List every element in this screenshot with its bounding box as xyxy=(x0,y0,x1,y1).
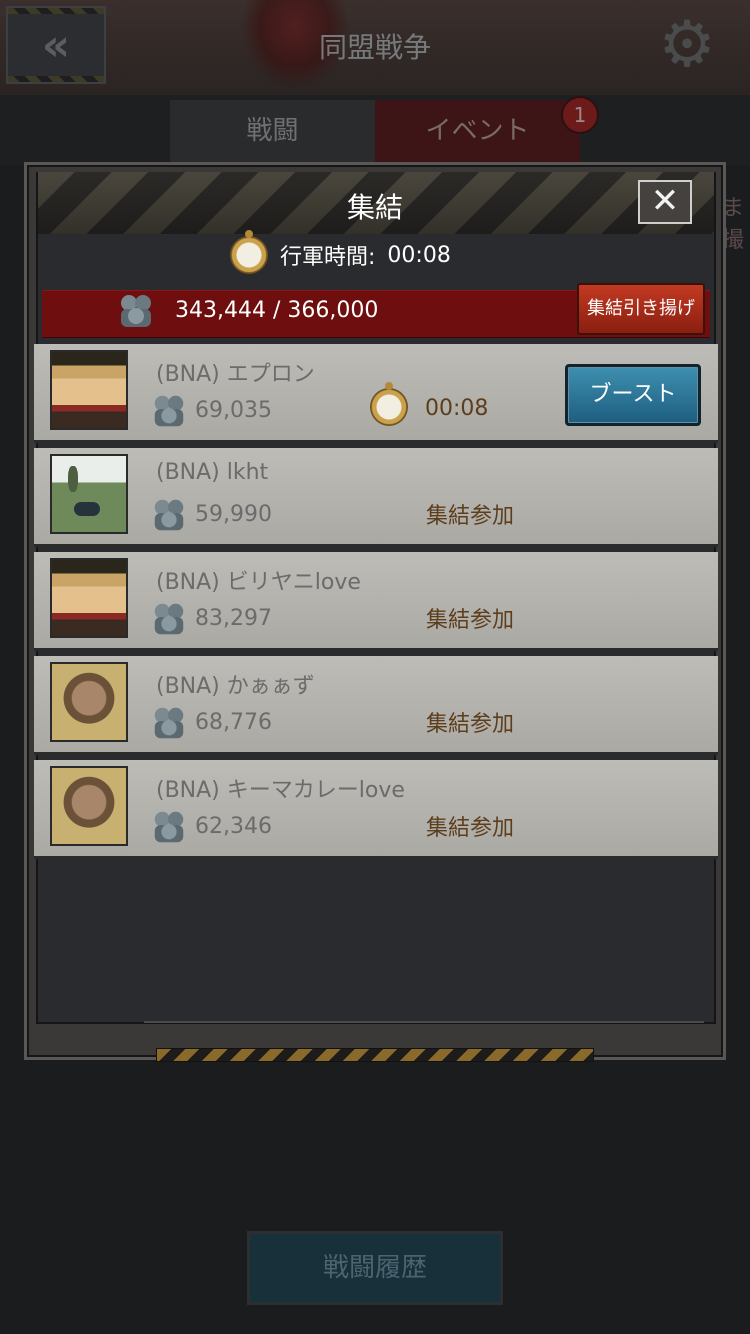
troop-count: 343,444 / 366,000 xyxy=(175,298,379,323)
hazard-stripe xyxy=(8,8,104,14)
member-troops: 68,776 xyxy=(195,710,272,735)
member-troops: 62,346 xyxy=(195,814,272,839)
list-bottom-divider xyxy=(144,1021,704,1023)
troops-icon xyxy=(154,499,184,531)
member-name: (BNA) lkht xyxy=(156,460,269,485)
member-status: 集結参加 xyxy=(426,504,515,529)
member-name: (BNA) ビリヤニlove xyxy=(156,570,361,595)
woman-avatar xyxy=(50,558,128,638)
member-name: (BNA) エプロン xyxy=(156,362,315,387)
stopwatch-icon xyxy=(370,382,408,426)
member-name: (BNA) かぁぁず xyxy=(156,674,315,699)
battle-history-button[interactable]: 戦闘履歴 xyxy=(247,1231,503,1305)
member-status: 集結参加 xyxy=(426,816,515,841)
member-time: 00:08 xyxy=(425,396,489,421)
member-troops: 83,297 xyxy=(195,606,272,631)
tab-event[interactable]: イベント xyxy=(375,100,580,162)
close-button[interactable]: ✕ xyxy=(638,180,692,224)
field-avatar xyxy=(50,454,128,534)
boost-button[interactable]: ブースト xyxy=(565,364,701,426)
list-item: (BNA) キーマカレーlove 62,346 集結参加 xyxy=(34,760,718,859)
member-status: 集結参加 xyxy=(426,712,515,737)
woman-avatar xyxy=(50,350,128,430)
page-title: 同盟戦争 xyxy=(318,31,431,64)
animal-shape xyxy=(74,502,100,516)
member-name: (BNA) キーマカレーlove xyxy=(156,778,405,803)
recall-rally-button[interactable]: 集結引き揚げ xyxy=(577,283,705,335)
member-troops: 59,990 xyxy=(195,502,272,527)
troops-icon xyxy=(154,395,184,427)
march-time-label: 行軍時間: xyxy=(280,245,376,270)
tab-battle[interactable]: 戦闘 xyxy=(170,100,375,162)
march-time-row: 行軍時間: 00:08 xyxy=(230,230,451,278)
tree-shape xyxy=(68,466,78,492)
gear-icon[interactable]: ⚙ xyxy=(652,10,722,80)
list-item: (BNA) ビリヤニlove 83,297 集結参加 xyxy=(34,552,718,651)
stopwatch-icon xyxy=(230,230,268,274)
troops-icon xyxy=(154,707,184,739)
hazard-stripe xyxy=(156,1048,594,1062)
march-time-value: 00:08 xyxy=(387,242,451,268)
list-item: (BNA) エプロン 69,035 00:08 ブースト xyxy=(34,344,718,443)
man-avatar xyxy=(50,766,128,846)
member-status: 集結参加 xyxy=(426,608,515,633)
man-avatar xyxy=(50,662,128,742)
troops-icon xyxy=(154,811,184,843)
member-troops: 69,035 xyxy=(195,398,272,423)
list-item: (BNA) lkht 59,990 集結参加 xyxy=(34,448,718,547)
hazard-stripe xyxy=(8,76,104,82)
notification-badge: 1 xyxy=(561,96,599,134)
close-icon: ✕ xyxy=(650,181,680,221)
troops-icon xyxy=(154,603,184,635)
list-item: (BNA) かぁぁず 68,776 集結参加 xyxy=(34,656,718,755)
troops-icon xyxy=(121,295,151,327)
